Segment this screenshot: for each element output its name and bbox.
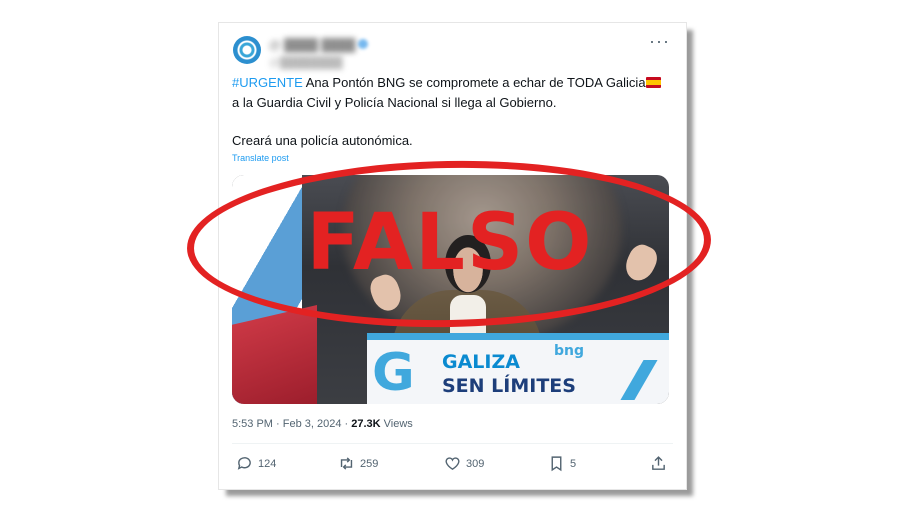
tweet-text-para1: #URGENTE Ana Pontón BNG se compromete a …: [232, 73, 672, 113]
repost-count: 259: [360, 457, 379, 470]
author-handle-blurred: @████████: [269, 57, 343, 69]
tweet-time[interactable]: 5:53 PM: [232, 418, 273, 430]
reply-icon: [237, 457, 251, 470]
divider: [232, 443, 673, 444]
spain-flag-emoji: [645, 77, 661, 88]
photo-podium-brand: bng: [554, 343, 585, 359]
views-label: Views: [380, 418, 413, 430]
author-name-blurred: @ ████ ████: [269, 38, 356, 52]
translate-link[interactable]: Translate post: [232, 153, 289, 163]
bookmark-icon: [551, 456, 562, 472]
verified-icon: [358, 39, 369, 49]
bookmark-count: 5: [570, 457, 577, 470]
tweet-text-line2: a la Guardia Civil y Policía Nacional si…: [232, 95, 557, 110]
tweet-photo[interactable]: G GALIZA SEN LÍMITES bng: [232, 175, 669, 404]
photo-podium-line1: GALIZA: [442, 351, 520, 373]
repost-icon: [340, 457, 353, 470]
photo-podium-line2: SEN LÍMITES: [442, 375, 576, 397]
bookmark-button[interactable]: 5: [548, 455, 576, 472]
like-button[interactable]: 309: [444, 455, 484, 472]
photo-podium-letter: G: [372, 343, 415, 403]
share-button[interactable]: [650, 455, 667, 472]
tweet-text: #URGENTE Ana Pontón BNG se compromete a …: [232, 73, 672, 151]
like-icon: [445, 457, 460, 471]
like-count: 309: [466, 457, 485, 470]
tweet-meta: 5:53 PM · Feb 3, 2024 · 27.3K Views: [232, 418, 413, 430]
photo-speaker-head: [445, 235, 491, 293]
action-bar: 124 259 309 5: [232, 455, 673, 475]
tweet-text-para2: Creará una policía autonómica.: [232, 133, 413, 148]
tweet-text-line1: Ana Pontón BNG se compromete a echar de …: [302, 75, 646, 90]
tweet-date[interactable]: Feb 3, 2024: [283, 418, 342, 430]
views-count: 27.3K: [351, 418, 381, 430]
author-block[interactable]: @ ████ ████ @████████: [269, 36, 369, 69]
repost-button[interactable]: 259: [338, 455, 378, 472]
avatar[interactable]: [233, 36, 261, 64]
tweet-card: @ ████ ████ @████████ ··· #URGENTE Ana P…: [218, 22, 687, 490]
share-icon: [652, 456, 665, 470]
photo-right-hand: [620, 240, 662, 286]
reply-count: 124: [258, 457, 277, 470]
meta-separator-2: ·: [341, 418, 352, 430]
hashtag-link[interactable]: #URGENTE: [232, 75, 303, 90]
meta-separator: ·: [272, 418, 283, 430]
more-icon[interactable]: ···: [649, 31, 670, 52]
reply-button[interactable]: 124: [236, 455, 276, 472]
